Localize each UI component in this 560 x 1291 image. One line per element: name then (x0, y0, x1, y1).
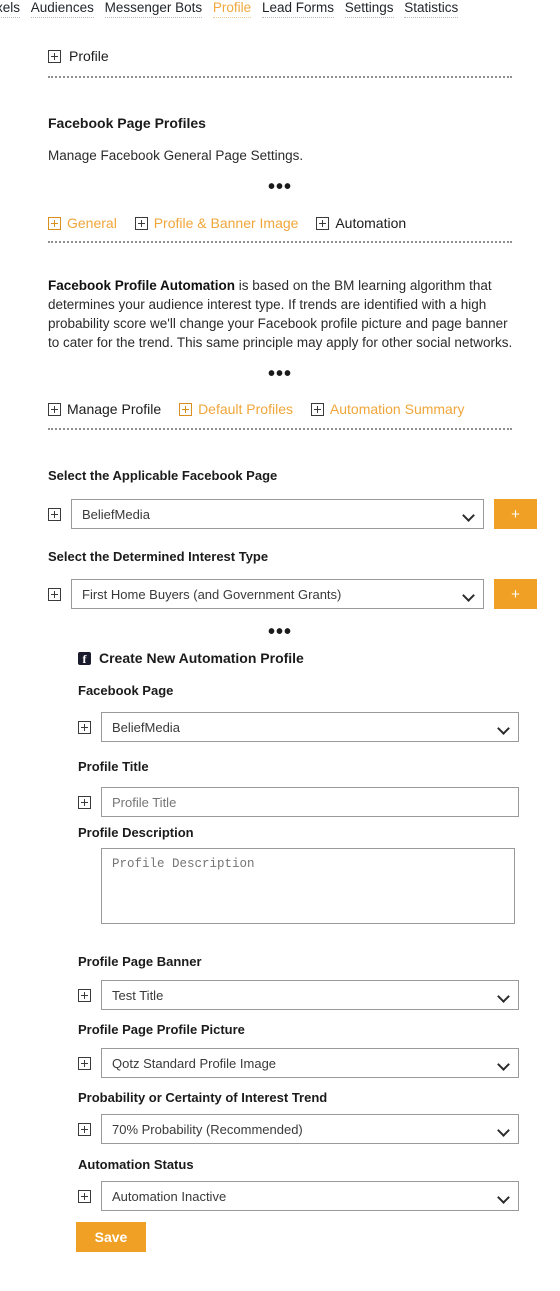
expand-plus-icon[interactable] (179, 403, 192, 416)
sublink-manage-profile[interactable]: Manage Profile (48, 401, 161, 417)
automation-paragraph: Facebook Profile Automation is based on … (48, 276, 514, 352)
expand-plus-icon[interactable] (78, 721, 91, 734)
nav-item-pixels[interactable]: xels (0, 0, 20, 18)
sublink-general-label: General (67, 215, 117, 231)
automation-paragraph-lead: Facebook Profile Automation (48, 278, 235, 293)
input-profile-title[interactable] (101, 787, 519, 817)
textarea-profile-description[interactable] (101, 848, 515, 924)
automation-sublinks[interactable]: Manage Profile Default Profiles Automati… (48, 400, 518, 417)
create-profile-title-label: Create New Automation Profile (99, 650, 304, 666)
select-probability-value: 70% Probability (Recommended) (112, 1122, 303, 1137)
label-select-interest: Select the Determined Interest Type (48, 549, 268, 564)
field-select-page[interactable]: BeliefMedia + (48, 499, 537, 529)
breadcrumb[interactable]: Profile (48, 48, 109, 64)
expand-plus-icon[interactable] (311, 403, 324, 416)
create-profile-title: f Create New Automation Profile (78, 650, 304, 666)
label-select-page: Select the Applicable Facebook Page (48, 468, 277, 483)
label-facebook-page: Facebook Page (78, 683, 173, 698)
label-probability: Probability or Certainty of Interest Tre… (78, 1090, 327, 1105)
select-form-facebook-page[interactable]: BeliefMedia (101, 712, 519, 742)
expand-plus-icon[interactable] (78, 1190, 91, 1203)
select-automation-status-value: Automation Inactive (112, 1189, 226, 1204)
expand-plus-icon[interactable] (78, 989, 91, 1002)
expand-plus-icon[interactable] (48, 50, 61, 63)
sublink-default-profiles[interactable]: Default Profiles (179, 401, 293, 417)
expand-plus-icon[interactable] (78, 1057, 91, 1070)
dots-separator-3: ••• (48, 628, 512, 636)
dots-separator-1: ••• (48, 183, 512, 191)
select-automation-status[interactable]: Automation Inactive (101, 1181, 519, 1211)
select-facebook-page[interactable]: BeliefMedia (71, 499, 484, 529)
sublink-automation[interactable]: Automation (316, 215, 406, 231)
select-form-facebook-page-value: BeliefMedia (112, 720, 180, 735)
nav-item-audiences[interactable]: Audiences (31, 0, 94, 18)
divider-3 (48, 428, 512, 430)
nav-item-messenger-bots[interactable]: Messenger Bots (105, 0, 203, 18)
select-interest-type-value: First Home Buyers (and Government Grants… (82, 587, 341, 602)
select-profile-page-picture-value: Qotz Standard Profile Image (112, 1056, 276, 1071)
divider-2 (48, 241, 512, 243)
nav-item-profile[interactable]: Profile (213, 0, 251, 18)
field-profile-title[interactable] (78, 787, 519, 817)
sublink-automation-summary-label: Automation Summary (330, 401, 465, 417)
top-navigation[interactable]: xels Audiences Messenger Bots Profile Le… (0, 0, 560, 18)
field-automation-status[interactable]: Automation Inactive (78, 1181, 519, 1211)
expand-plus-icon[interactable] (135, 217, 148, 230)
expand-plus-icon[interactable] (78, 1123, 91, 1136)
sublink-profile-banner-image[interactable]: Profile & Banner Image (135, 215, 299, 231)
sublink-manage-profile-label: Manage Profile (67, 401, 161, 417)
expand-plus-icon[interactable] (48, 588, 61, 601)
label-profile-page-picture: Profile Page Profile Picture (78, 1022, 245, 1037)
nav-item-settings[interactable]: Settings (345, 0, 394, 18)
dots-separator-2: ••• (48, 370, 512, 378)
add-facebook-page-button[interactable]: + (494, 499, 537, 529)
sublink-profile-banner-image-label: Profile & Banner Image (154, 215, 299, 231)
label-profile-page-banner: Profile Page Banner (78, 954, 202, 969)
add-interest-type-button[interactable]: + (494, 579, 537, 609)
label-profile-title: Profile Title (78, 759, 149, 774)
section-heading-page-profiles: Facebook Page Profiles (48, 115, 206, 131)
field-profile-page-banner[interactable]: Test Title (78, 980, 519, 1010)
expand-plus-icon[interactable] (48, 403, 61, 416)
field-facebook-page[interactable]: BeliefMedia (78, 712, 519, 742)
nav-item-statistics[interactable]: Statistics (404, 0, 458, 18)
expand-plus-icon[interactable] (316, 217, 329, 230)
breadcrumb-label: Profile (69, 48, 109, 64)
label-automation-status: Automation Status (78, 1157, 194, 1172)
select-probability[interactable]: 70% Probability (Recommended) (101, 1114, 519, 1144)
facebook-icon: f (78, 652, 91, 665)
sublink-automation-label: Automation (335, 215, 406, 231)
expand-plus-icon[interactable] (78, 796, 91, 809)
select-profile-page-banner[interactable]: Test Title (101, 980, 519, 1010)
expand-plus-icon[interactable] (48, 217, 61, 230)
select-profile-page-picture[interactable]: Qotz Standard Profile Image (101, 1048, 519, 1078)
divider-1 (48, 76, 512, 78)
sublink-default-profiles-label: Default Profiles (198, 401, 293, 417)
sublink-general[interactable]: General (48, 215, 117, 231)
field-probability[interactable]: 70% Probability (Recommended) (78, 1114, 519, 1144)
field-profile-page-picture[interactable]: Qotz Standard Profile Image (78, 1048, 519, 1078)
profile-sublinks[interactable]: General Profile & Banner Image Automatio… (48, 214, 518, 231)
nav-item-lead-forms[interactable]: Lead Forms (262, 0, 334, 18)
sublink-automation-summary[interactable]: Automation Summary (311, 401, 465, 417)
field-select-interest[interactable]: First Home Buyers (and Government Grants… (48, 579, 537, 609)
select-interest-type[interactable]: First Home Buyers (and Government Grants… (71, 579, 484, 609)
expand-plus-icon[interactable] (48, 508, 61, 521)
label-profile-description: Profile Description (78, 825, 194, 840)
section-description-page-profiles: Manage Facebook General Page Settings. (48, 146, 303, 165)
select-profile-page-banner-value: Test Title (112, 988, 163, 1003)
select-facebook-page-value: BeliefMedia (82, 507, 150, 522)
save-button[interactable]: Save (76, 1222, 146, 1252)
